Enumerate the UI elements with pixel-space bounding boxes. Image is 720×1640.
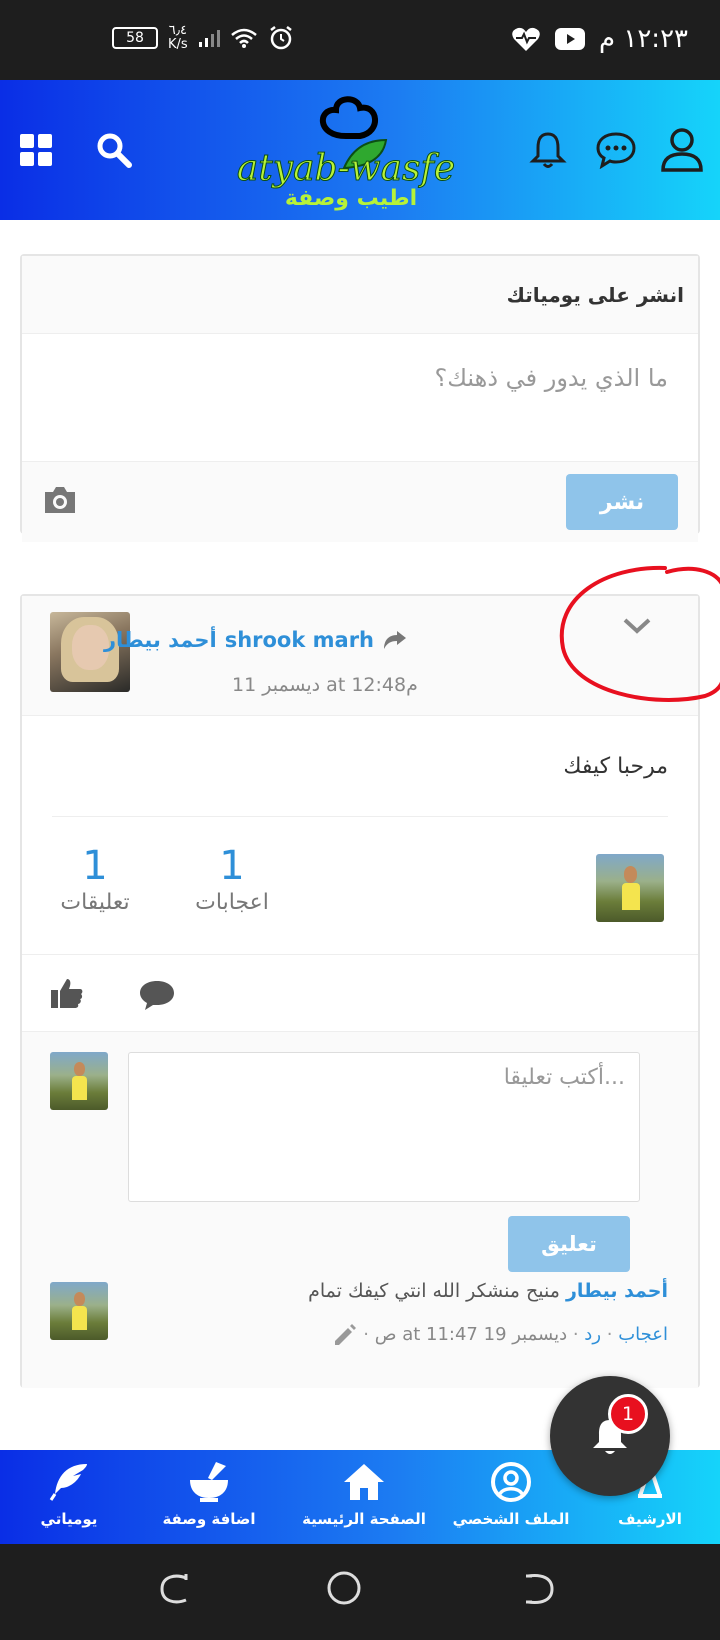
comment-reply-link[interactable]: رد [584,1324,601,1345]
current-user-avatar [50,1052,108,1110]
comment-submit-button[interactable]: تعليق [508,1216,630,1272]
mortar-pestle-icon [190,1462,228,1502]
likes-stat[interactable]: 1 اعجابات [172,842,292,915]
brand-logo[interactable]: atyab-wasfe اطيب وصفة [236,96,456,212]
feed-post: أحمد بيطار shrook marh ديسمبر 11 at 12:4… [20,594,700,1388]
comments-stat[interactable]: 1 تعليقات [40,842,150,915]
grid-menu-icon[interactable] [10,124,62,176]
publish-button[interactable]: نشر [566,474,678,530]
alarm-icon [269,26,292,50]
composer-input[interactable]: ما الذي يدور في ذهنك؟ [22,334,698,462]
comment-like-link[interactable]: اعجاب [618,1324,668,1345]
wifi-icon [230,28,257,48]
comment-section: أكتب تعليقا... تعليق أحمد بيطار منيح منش… [22,1032,698,1388]
profile-circle-icon [491,1462,531,1502]
net-speed: ٦٫٤ K/s [168,23,188,52]
status-bar: 58 ٦٫٤ K/s ١٢:٢٣ م [0,0,720,80]
notification-badge: 1 [608,1394,648,1434]
liker-avatar[interactable] [596,854,664,922]
shared-with-name[interactable]: أحمد بيطار [104,628,217,652]
youtube-icon [555,28,585,50]
health-icon [512,27,540,51]
share-arrow-icon [384,631,406,649]
comment-body: أحمد بيطار منيح منشكر الله انتي كيفك تما… [308,1280,668,1302]
post-text: مرحبا كيفك [563,754,668,779]
nav-home[interactable]: الصفحة الرئيسية [294,1460,434,1528]
signal-icon [198,30,220,47]
app-header: atyab-wasfe اطيب وصفة [0,80,720,220]
post-actions [22,954,698,1032]
logo-text: atyab-wasfe [236,148,456,190]
comment-text: منيح منشكر الله انتي كيفك تمام [308,1280,560,1302]
post-timestamp: ديسمبر 11 at 12:48م [232,674,418,696]
recents-icon[interactable] [158,1572,190,1610]
nav-profile[interactable]: الملف الشخصي [446,1460,576,1528]
bell-icon[interactable] [522,124,574,176]
comment-input[interactable]: أكتب تعليقا... [128,1052,640,1202]
user-icon[interactable] [656,124,708,176]
system-nav-bar [0,1544,720,1640]
back-icon[interactable] [522,1572,556,1610]
camera-icon[interactable] [42,484,78,520]
logo-subtitle: اطيب وصفة [284,186,418,211]
composer-title: انشر على يومياتك [22,256,698,334]
nav-add-recipe[interactable]: اضافة وصفة [144,1460,274,1528]
clock: ١٢:٢٣ م [599,24,688,54]
commenter-avatar[interactable] [50,1282,108,1340]
home-circle-icon[interactable] [326,1570,362,1610]
nav-diaries[interactable]: يومياتي [4,1460,134,1528]
like-icon[interactable] [50,977,84,1013]
chevron-down-icon[interactable] [622,616,652,640]
messages-icon[interactable] [590,124,642,176]
commenter-name[interactable]: أحمد بيطار [566,1280,668,1302]
feather-icon [49,1464,87,1501]
comment-meta: اعجاب · رد · ديسمبر 19 at 11:47 ص · [332,1322,668,1348]
divider [52,816,668,817]
search-icon[interactable] [88,124,140,176]
edit-pencil-icon[interactable] [332,1322,358,1348]
comment-timestamp: ديسمبر 19 at 11:47 ص [374,1324,568,1345]
notifications-fab[interactable]: 1 [550,1376,670,1496]
comment-icon[interactable] [138,979,176,1015]
home-icon [344,1464,384,1500]
battery-icon: 58 [112,27,158,49]
author-name[interactable]: shrook marh [225,628,374,652]
page-content: انشر على يومياتك ما الذي يدور في ذهنك؟ ن… [0,220,720,1450]
post-composer: انشر على يومياتك ما الذي يدور في ذهنك؟ ن… [20,254,700,542]
author-avatar[interactable] [50,612,130,692]
